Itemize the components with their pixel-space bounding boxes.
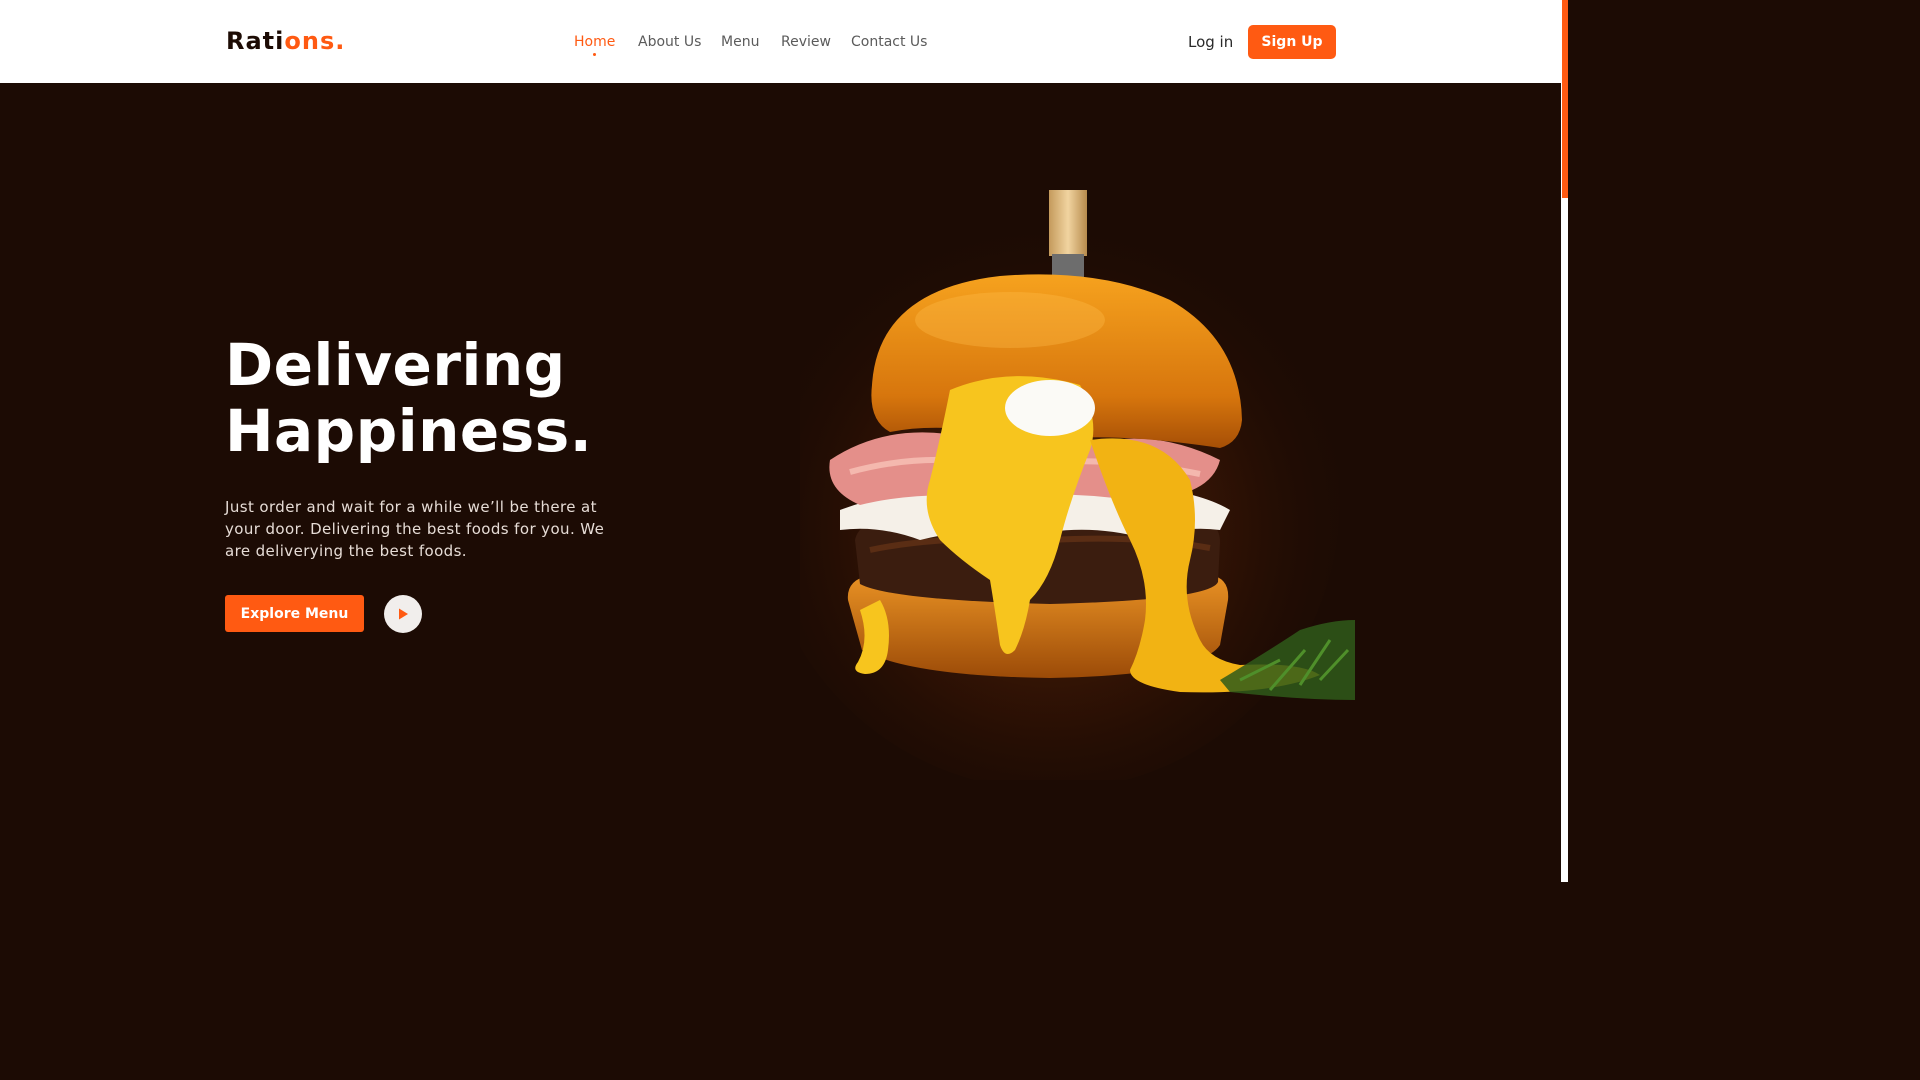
hero-title: Delivering Happiness. [225, 332, 592, 464]
play-video-button[interactable] [384, 595, 422, 633]
logo-accent-text: ons. [284, 27, 346, 55]
nav-home[interactable]: Home [574, 33, 616, 56]
logo[interactable]: Rations. [226, 26, 345, 56]
top-navbar: Rations. Home About Us Menu Review Conta… [0, 0, 1561, 83]
nav-contact-us-label: Contact Us [851, 34, 928, 50]
scrollbar-thumb[interactable] [1562, 0, 1568, 198]
nav-menu[interactable]: Menu [721, 33, 759, 51]
landing-page: Rations. Home About Us Menu Review Conta… [0, 0, 1568, 882]
login-link[interactable]: Log in [1188, 33, 1233, 51]
hero-title-line2: Happiness. [225, 397, 593, 465]
nav-review-label: Review [781, 34, 831, 50]
nav-contact-us[interactable]: Contact Us [851, 33, 927, 51]
play-icon [399, 608, 408, 620]
nav-about-us-label: About Us [638, 34, 702, 50]
explore-menu-button[interactable]: Explore Menu [225, 595, 364, 632]
scrollbar[interactable] [1561, 0, 1568, 882]
nav-home-label: Home [574, 34, 616, 50]
logo-text: Rati [226, 27, 285, 55]
nav-about-us[interactable]: About Us [638, 33, 701, 51]
hero-description: Just order and wait for a while we’ll be… [225, 498, 605, 560]
nav-menu-label: Menu [721, 34, 760, 50]
active-indicator-dot [593, 53, 597, 56]
nav-review[interactable]: Review [781, 33, 831, 51]
burger-image [800, 190, 1355, 780]
signup-button[interactable]: Sign Up [1248, 25, 1336, 59]
hero-title-line1: Delivering [225, 331, 566, 399]
